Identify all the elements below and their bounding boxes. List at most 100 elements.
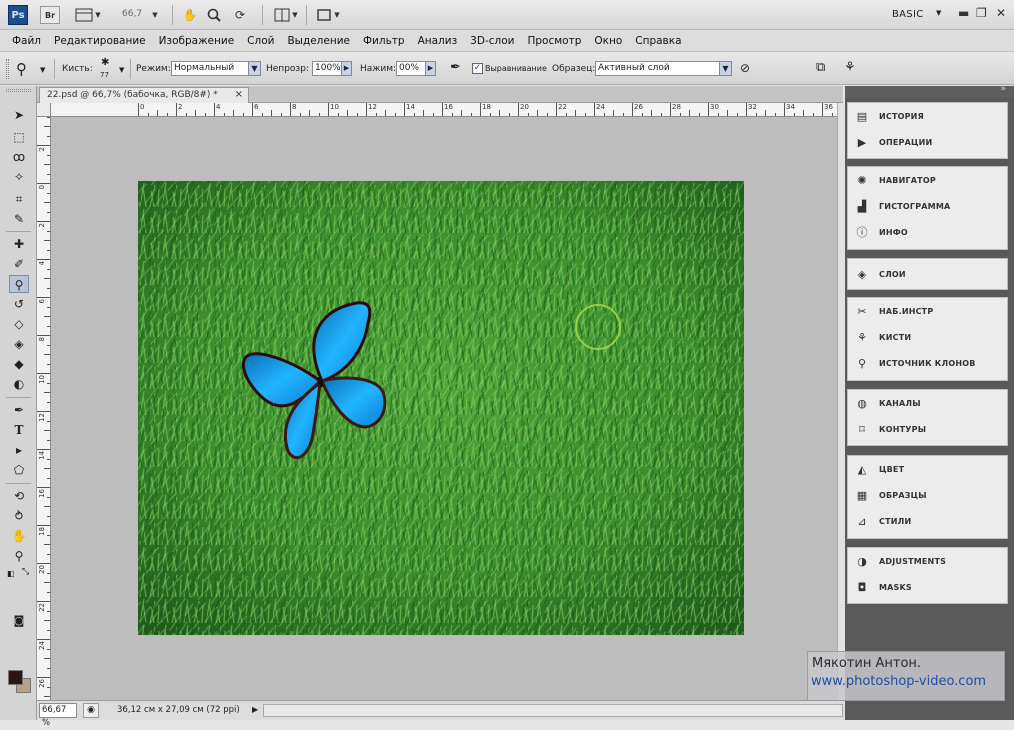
clone-source-panel-icon[interactable]: ⧉ [816, 60, 825, 75]
screen-mode-icon[interactable]: ▼ [312, 6, 344, 24]
panel-info[interactable]: ⓘ ИНФО [848, 219, 1007, 245]
panel-swatches[interactable]: ▦ ОБРАЗЦЫ [848, 482, 1007, 508]
blur-tool-icon[interactable]: ◆ [9, 355, 29, 373]
menu-edit[interactable]: Редактирование [54, 35, 146, 47]
swap-colors-icon[interactable]: ⤡ [22, 567, 29, 577]
panel-paths[interactable]: ⌑ КОНТУРЫ [848, 416, 1007, 442]
chevron-right-icon[interactable]: ▶ [341, 61, 352, 76]
grip-handle[interactable] [6, 59, 9, 79]
menu-select[interactable]: Выделение [287, 35, 350, 47]
chevron-right-icon[interactable]: ▶ [425, 61, 436, 76]
opacity-field[interactable]: 100% [312, 61, 342, 76]
close-icon[interactable]: ✕ [996, 6, 1006, 20]
marquee-tool-icon[interactable]: ⬚ [9, 128, 29, 146]
mode-select[interactable]: Нормальный [171, 61, 249, 76]
foreground-color-swatch[interactable] [8, 670, 23, 685]
horizontal-ruler[interactable]: 0 2 4 6 8 10 12 14 16 18 20 22 24 26 28 30 32 34 36 [51, 103, 837, 117]
type-tool-icon[interactable]: T [9, 421, 29, 439]
vertical-ruler[interactable]: 4202468101214161820222426 [37, 117, 51, 700]
chevron-right-icon[interactable]: ▶ [252, 705, 258, 714]
panel-adjustments[interactable]: ◑ ADJUSTMENTS [848, 548, 1007, 574]
eyedropper-tool-icon[interactable]: ✎ [9, 210, 29, 228]
vertical-scrollbar[interactable] [837, 103, 845, 700]
menu-image[interactable]: Изображение [159, 35, 235, 47]
workspace-switcher[interactable]: BASIC [892, 9, 923, 20]
menu-filter[interactable]: Фильтр [363, 35, 405, 47]
lasso-tool-icon[interactable]: ꝏ [9, 148, 29, 166]
paint-bucket-icon[interactable]: ◈ [9, 335, 29, 353]
panel-tool-presets[interactable]: ✂ НАБ.ИНСТР [848, 298, 1007, 324]
menu-layer[interactable]: Слой [247, 35, 274, 47]
hand-tool-icon[interactable]: ✋ [180, 6, 200, 24]
document-tab[interactable]: 22.psd @ 66,7% (бабочка, RGB/8#) * × [39, 87, 249, 103]
brush-preview-icon[interactable]: ✱ [101, 57, 109, 68]
grip-handle[interactable] [6, 89, 31, 92]
zoom-level[interactable]: 66,7 [122, 9, 142, 19]
collapse-icon[interactable]: » [1000, 84, 1006, 94]
healing-brush-icon[interactable]: ✚ [9, 235, 29, 253]
hand-tool-icon[interactable]: ✋ [9, 527, 29, 545]
panel-clone-source[interactable]: ⚲ ИСТОЧНИК КЛОНОВ [848, 350, 1007, 376]
crop-tool-icon[interactable]: ⌗ [9, 190, 29, 208]
document-image[interactable] [138, 181, 744, 635]
ruler-origin[interactable] [37, 103, 51, 117]
menu-view[interactable]: Просмотр [527, 35, 581, 47]
shape-tool-icon[interactable]: ⬠ [9, 461, 29, 479]
zoom-tool-icon[interactable]: ⚲ [9, 547, 29, 565]
3d-orbit-icon[interactable]: ⥁ [9, 507, 29, 525]
history-brush-icon[interactable]: ↺ [9, 295, 29, 313]
panel-history[interactable]: ▤ ИСТОРИЯ [848, 103, 1007, 129]
eraser-tool-icon[interactable]: ◇ [9, 315, 29, 333]
brush-tool-icon[interactable]: ✐ [9, 255, 29, 273]
menu-analysis[interactable]: Анализ [418, 35, 458, 47]
panel-masks[interactable]: ◘ MASKS [848, 574, 1007, 600]
menu-window[interactable]: Окно [594, 35, 622, 47]
dodge-tool-icon[interactable]: ◐ [9, 375, 29, 393]
quick-mask-icon[interactable]: ◙ [9, 612, 29, 630]
magic-wand-icon[interactable]: ✧ [9, 168, 29, 186]
horizontal-scrollbar[interactable] [263, 704, 843, 717]
default-colors-icon[interactable]: ◧ [7, 569, 15, 578]
ignore-adjustment-layers-icon[interactable]: ⊘ [740, 61, 750, 75]
rotate-view-icon[interactable]: ⟳ [230, 6, 250, 24]
move-tool-icon[interactable]: ➤ [9, 106, 29, 124]
menu-3d[interactable]: 3D-слои [470, 35, 514, 47]
panel-actions[interactable]: ▶ ОПЕРАЦИИ [848, 129, 1007, 155]
brush-panel-icon[interactable]: ⚘ [844, 60, 856, 75]
path-selection-icon[interactable]: ▸ [9, 441, 29, 459]
bridge-icon[interactable]: Br [40, 6, 60, 24]
chevron-down-icon[interactable]: ▼ [40, 66, 45, 74]
panel-layers[interactable]: ◈ СЛОИ [848, 259, 1007, 289]
zoom-tool-icon[interactable] [204, 6, 224, 24]
ruler-tick [37, 449, 50, 450]
airbrush-icon[interactable]: ✒ [450, 60, 461, 75]
chevron-down-icon[interactable]: ▼ [719, 61, 732, 76]
minimize-icon[interactable]: ▬ [958, 6, 969, 20]
close-tab-icon[interactable]: × [235, 88, 243, 102]
panel-dock-header[interactable]: » [845, 84, 1014, 98]
menu-file[interactable]: Файл [12, 35, 41, 47]
panel-styles[interactable]: ⊿ СТИЛИ [848, 508, 1007, 534]
menu-help[interactable]: Справка [635, 35, 681, 47]
view-extras-icon[interactable]: ▼ [72, 6, 104, 24]
clone-stamp-tool-icon[interactable]: ⚲ [9, 275, 29, 293]
chevron-down-icon[interactable]: ▼ [248, 61, 261, 76]
chevron-down-icon[interactable]: ▼ [150, 6, 160, 24]
pen-tool-icon[interactable]: ✒ [9, 401, 29, 419]
flow-field[interactable]: 00% [396, 61, 426, 76]
zoom-field[interactable]: 66,67 % [39, 703, 77, 728]
3d-rotate-icon[interactable]: ⟲ [9, 487, 29, 505]
chevron-down-icon[interactable]: ▼ [119, 66, 124, 74]
panel-histogram[interactable]: ▟ ГИСТОГРАММА [848, 193, 1007, 219]
arrange-documents-icon[interactable]: ▼ [270, 6, 302, 24]
restore-icon[interactable]: ❐ [976, 6, 987, 20]
sample-select[interactable]: Активный слой [595, 61, 720, 76]
panel-channels[interactable]: ◍ КАНАЛЫ [848, 390, 1007, 416]
status-menu-icon[interactable]: ◉ [83, 703, 99, 718]
panel-brushes[interactable]: ⚘ КИСТИ [848, 324, 1007, 350]
panel-navigator[interactable]: ✺ НАВИГАТОР [848, 167, 1007, 193]
chevron-down-icon[interactable]: ▼ [936, 9, 941, 17]
aligned-checkbox[interactable]: ✓ [472, 63, 483, 74]
clone-stamp-icon[interactable]: ⚲ [16, 60, 27, 78]
panel-color[interactable]: ◭ ЦВЕТ [848, 456, 1007, 482]
